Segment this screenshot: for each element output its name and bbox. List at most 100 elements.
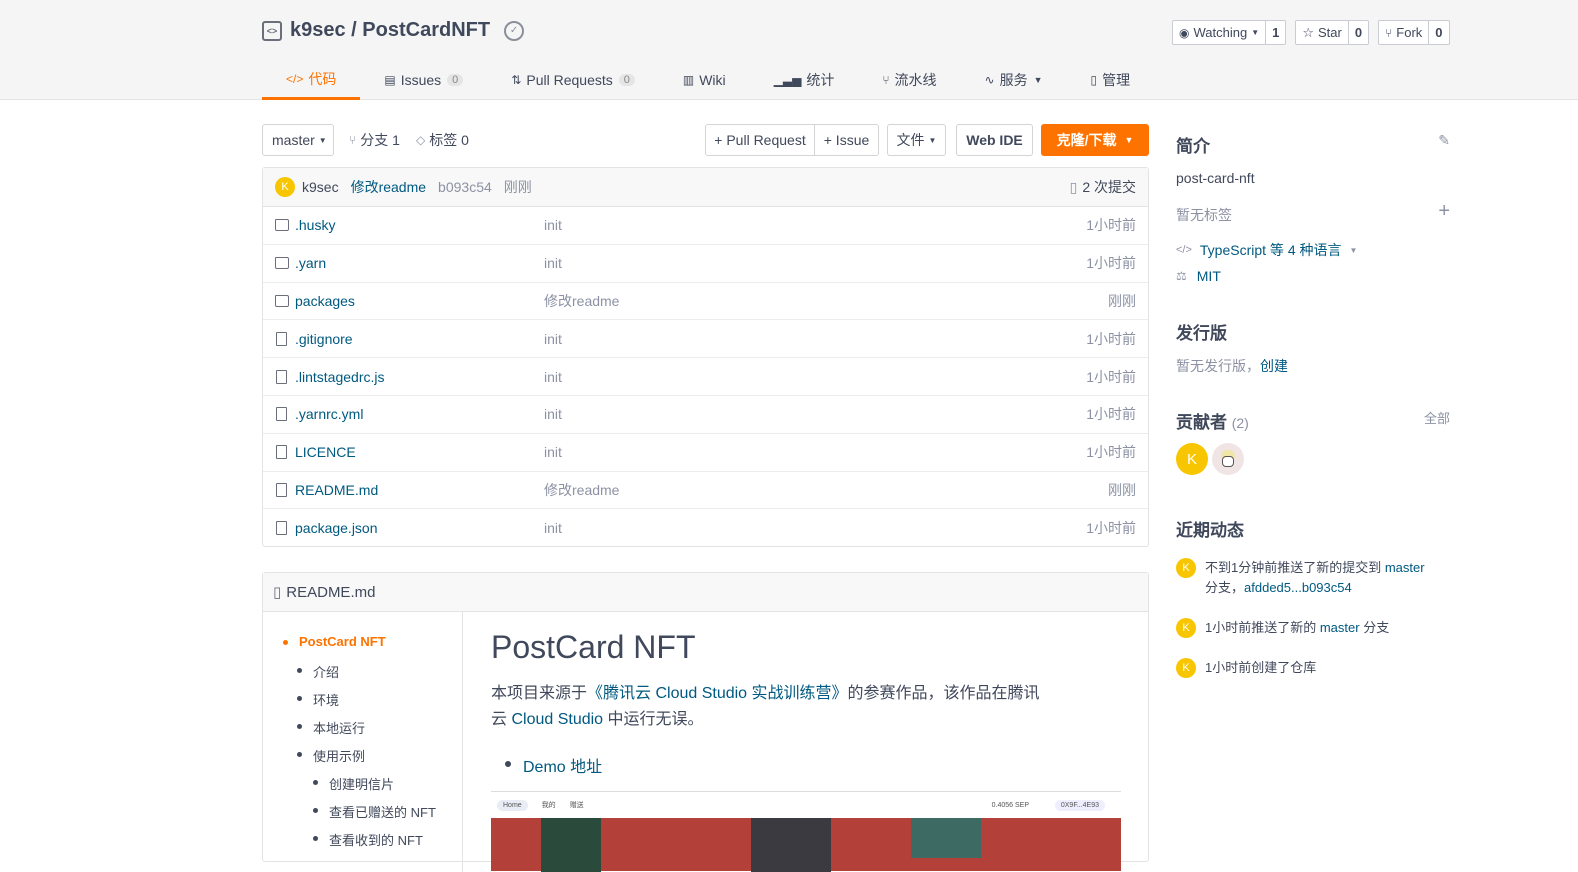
cloud-studio-link[interactable]: Cloud Studio [511,711,603,728]
fork-button-group[interactable]: ⑂ Fork 0 [1378,20,1450,45]
file-name-link[interactable]: .husky [275,217,335,233]
commits-link[interactable]: ▯ 2 次提交 [1070,177,1136,197]
tab-pull-requests[interactable]: ⇅ Pull Requests 0 [487,60,659,100]
clone-label: 克隆/下载 [1056,132,1117,148]
gvp-badge-icon[interactable]: ✓ [504,20,525,41]
avatar[interactable]: K [1176,558,1196,578]
demo-screenshot: Home 我的 赠送 0.4056 SEP 0X9F...4E93 [491,791,1121,872]
license-link[interactable]: ⚖ MIT [1176,268,1221,284]
star-button-group[interactable]: ☆ Star 0 [1295,20,1370,45]
demo-account: 0X9F...4E93 [1054,799,1105,811]
contributors-title: 贡献者 [1176,413,1227,432]
avatar[interactable]: K [275,177,295,197]
file-row[interactable]: .lintstagedrc.js init 1小时前 [263,358,1148,396]
file-row[interactable]: .yarn init 1小时前 [263,245,1148,283]
avatar[interactable]: K [1176,658,1196,678]
tab-wiki[interactable]: ▥ Wiki [659,60,750,100]
branch-link[interactable]: master [1385,560,1425,575]
demo-image-art [911,818,981,858]
file-commit-message[interactable]: init [544,255,562,271]
file-row[interactable]: README.md 修改readme 刚刚 [263,472,1148,510]
file-menu-button[interactable]: 文件 ▼ [887,124,946,156]
toc-item[interactable]: PostCard NFT [283,634,386,649]
file-row[interactable]: package.json init 1小时前 [263,509,1148,547]
tab-code[interactable]: </> 代码 [262,60,361,100]
tab-issues[interactable]: ▤ Issues 0 [360,60,487,100]
contributor-avatar[interactable] [1212,443,1244,475]
file-row[interactable]: .yarnrc.yml init 1小时前 [263,396,1148,434]
new-issue-button[interactable]: + Issue [814,124,879,156]
watch-count[interactable]: 1 [1266,21,1285,44]
star-count[interactable]: 0 [1349,21,1368,44]
tab-pipeline[interactable]: ⑂ 流水线 [858,60,960,100]
web-ide-button[interactable]: Web IDE [956,124,1033,156]
fork-icon: ⑂ [1385,25,1393,40]
branch-link[interactable]: master [1320,620,1360,635]
file-commit-message[interactable]: init [544,444,562,460]
file-commit-message[interactable]: init [544,369,562,385]
camp-link[interactable]: 《腾讯云 Cloud Studio 实战训练营》 [587,685,848,702]
file-name-link[interactable]: packages [275,293,355,309]
create-release-link[interactable]: 创建 [1260,358,1288,374]
repo-header: <> k9sec / PostCardNFT ✓ ◉ Watching ▼ 1 … [0,0,1578,100]
file-commit-message[interactable]: init [544,331,562,347]
repo-separator: / [345,19,363,41]
toc-item[interactable]: 创建明信片 [312,774,394,793]
compare-link[interactable]: afdded5...b093c54 [1244,580,1352,595]
commit-message[interactable]: 修改readme [351,177,426,197]
activity-desc: 1小时前推送了新的 [1205,620,1320,635]
languages-link[interactable]: </> TypeScript 等 4 种语言 ▼ [1176,240,1357,260]
toc-item[interactable]: 介绍 [296,662,339,681]
tab-manage[interactable]: ▯ 管理 [1067,60,1155,100]
contributor-avatar[interactable]: K [1176,443,1208,475]
file-row[interactable]: .gitignore init 1小时前 [263,320,1148,359]
fork-count[interactable]: 0 [1429,21,1448,44]
avatar: K [1176,443,1208,475]
file-row[interactable]: .husky init 1小时前 [263,207,1148,245]
demo-link[interactable]: Demo 地址 [504,753,602,777]
toc-item[interactable]: 环境 [296,690,339,709]
file-row[interactable]: packages 修改readme 刚刚 [263,283,1148,321]
avatar[interactable]: K [1176,618,1196,638]
file-name-link[interactable]: package.json [275,520,378,536]
file-commit-message[interactable]: init [544,520,562,536]
tab-services[interactable]: ∿ 服务 ▼ [961,60,1067,100]
watch-button-group[interactable]: ◉ Watching ▼ 1 [1172,20,1287,45]
tags-link[interactable]: ◇ 标签 0 [416,124,469,156]
file-commit-message[interactable]: init [544,406,562,422]
tags-count: 标签 0 [429,132,469,148]
toc-item[interactable]: 本地运行 [296,718,365,737]
new-pull-request-button[interactable]: + Pull Request [705,124,815,156]
file-name-link[interactable]: .yarnrc.yml [275,406,363,422]
toc-item[interactable]: 查看已赠送的 NFT [313,802,436,821]
file-row[interactable]: LICENCE init 1小时前 [263,434,1148,472]
intro-heading: 简介 [1176,137,1210,156]
fork-label: Fork [1396,25,1423,40]
file-commit-message[interactable]: 修改readme [544,291,619,311]
star-button[interactable]: ☆ Star [1296,21,1349,44]
file-name-link[interactable]: .yarn [275,255,326,271]
demo-image-art [751,818,831,872]
file-commit-time: 1小时前 [1086,406,1136,423]
commit-hash[interactable]: b093c54 [438,179,492,195]
repo-name-link[interactable]: PostCardNFT [362,19,490,42]
watch-button[interactable]: ◉ Watching ▼ [1173,21,1267,44]
all-contributors-link[interactable]: 全部 [1424,408,1450,427]
toc-item[interactable]: 使用示例 [296,746,365,765]
file-name-link[interactable]: LICENCE [275,444,356,460]
repo-owner-link[interactable]: k9sec [290,19,346,42]
toc-item[interactable]: 查看收到的 NFT [313,830,423,849]
branch-select[interactable]: master ▼ [262,124,334,156]
file-name-link[interactable]: .lintstagedrc.js [275,369,384,385]
add-tag-icon[interactable]: + [1438,200,1450,223]
file-name-link[interactable]: .gitignore [275,331,353,347]
clone-download-button[interactable]: 克隆/下载 ▼ [1041,124,1149,156]
file-commit-message[interactable]: init [544,217,562,233]
file-commit-message[interactable]: 修改readme [544,480,619,500]
branches-link[interactable]: ⑂ 分支 1 [349,124,400,156]
edit-icon[interactable]: ✎ [1438,132,1450,149]
fork-button[interactable]: ⑂ Fork [1379,21,1430,44]
commit-author[interactable]: k9sec [302,179,339,195]
tab-stats[interactable]: ▁▃▅ 统计 [750,60,859,100]
file-name-link[interactable]: README.md [275,482,378,498]
